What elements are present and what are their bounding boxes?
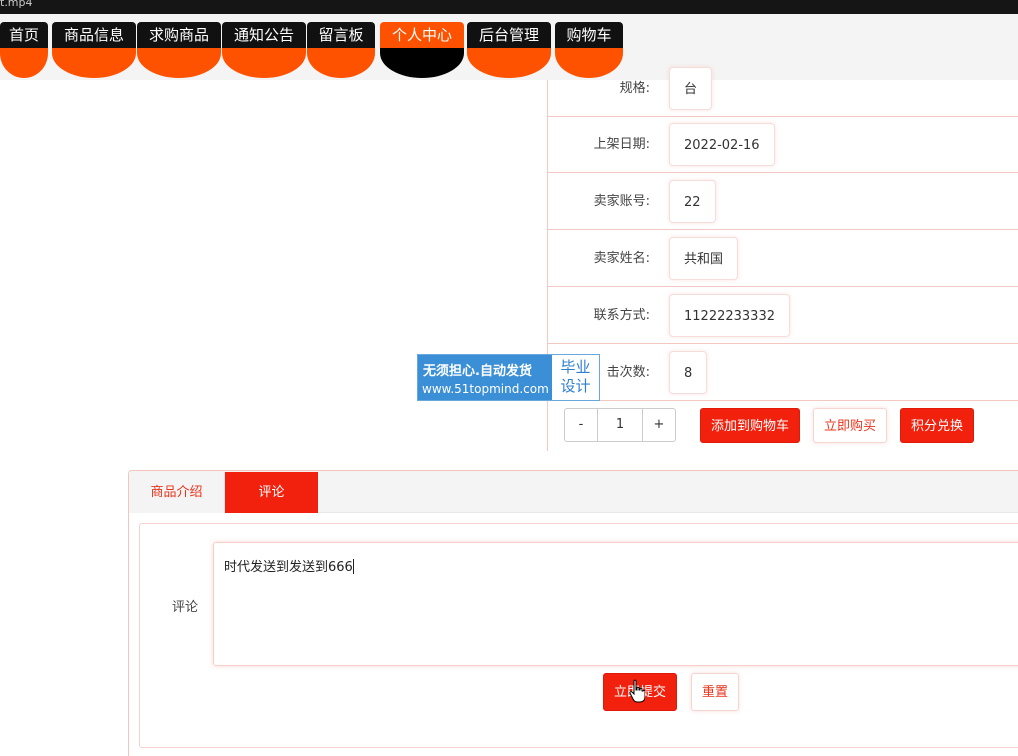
nav-item-label: 后台管理 bbox=[467, 22, 551, 48]
nav-item-admin[interactable]: 后台管理 bbox=[467, 22, 551, 78]
detail-value: 台 bbox=[669, 67, 713, 110]
nav-item-label: 个人中心 bbox=[380, 22, 464, 48]
nav-item-products[interactable]: 商品信息 bbox=[52, 22, 136, 78]
watermark-side: 毕业 设计 bbox=[552, 355, 599, 400]
nav-item-wanted[interactable]: 求购商品 bbox=[137, 22, 221, 78]
redeem-points-button[interactable]: 积分兑换 bbox=[900, 408, 975, 443]
detail-value: 22 bbox=[669, 180, 716, 223]
reset-comment-button[interactable]: 重置 bbox=[691, 673, 740, 711]
detail-row-listing-date: 上架日期: 2022-02-16 bbox=[548, 116, 1018, 173]
window-title: t.mp4 bbox=[0, 0, 33, 9]
tab-product-intro[interactable]: 商品介绍 bbox=[129, 472, 225, 513]
product-tabs-panel: 商品介绍 评论 评论 时代发送到发送到666 bbox=[128, 470, 1018, 756]
detail-label: 规格: bbox=[619, 81, 650, 96]
nav-item-decoration bbox=[0, 48, 48, 78]
nav-item-label: 购物车 bbox=[555, 22, 623, 48]
hand-cursor-icon bbox=[629, 679, 645, 703]
detail-label: 击次数: bbox=[606, 365, 650, 380]
watermark-slogan: 无须担心.自动发货 bbox=[423, 364, 532, 379]
quantity-decrease-button[interactable]: - bbox=[565, 409, 598, 441]
quantity-input[interactable]: 1 bbox=[598, 409, 642, 441]
buy-now-button[interactable]: 立即购买 bbox=[813, 408, 888, 443]
text-caret bbox=[352, 559, 354, 574]
detail-row-click-count: 击次数: 8 bbox=[548, 344, 1018, 401]
page-root: t.mp4 首页 商品信息 求购商品 通知公告 留言板 个人中心 后台管理 购物… bbox=[0, 0, 1018, 756]
watermark-badge: 无须担心.自动发货 www.51topmind.com 毕业 设计 bbox=[417, 354, 600, 401]
watermark-url: www.51topmind.com bbox=[422, 382, 549, 396]
detail-label: 上架日期: bbox=[593, 137, 650, 152]
detail-row-spec: 规格: 台 bbox=[548, 60, 1018, 117]
nav-item-message-board[interactable]: 留言板 bbox=[307, 22, 375, 78]
detail-value: 11222233332 bbox=[669, 294, 790, 337]
detail-label: 卖家账号: bbox=[593, 194, 650, 209]
watermark-side-line2: 设计 bbox=[560, 377, 591, 395]
tab-bar: 商品介绍 评论 bbox=[129, 471, 1018, 513]
detail-label: 卖家姓名: bbox=[593, 251, 650, 266]
nav-item-label: 商品信息 bbox=[52, 22, 136, 48]
quantity-increase-button[interactable]: + bbox=[642, 409, 675, 441]
comment-form: 评论 时代发送到发送到666 bbox=[139, 523, 1018, 748]
detail-row-contact: 联系方式: 11222233332 bbox=[548, 287, 1018, 344]
add-to-cart-button[interactable]: 添加到购物车 bbox=[700, 408, 801, 443]
detail-row-seller-account: 卖家账号: 22 bbox=[548, 173, 1018, 230]
watermark-main: 无须担心.自动发货 www.51topmind.com bbox=[418, 355, 552, 400]
nav-item-decoration bbox=[137, 48, 221, 78]
nav-item-notices[interactable]: 通知公告 bbox=[222, 22, 306, 78]
quantity-stepper: - 1 + bbox=[564, 408, 676, 442]
comment-textarea[interactable]: 时代发送到发送到666 bbox=[213, 542, 1018, 666]
nav-item-label: 求购商品 bbox=[137, 22, 221, 48]
nav-item-personal-center[interactable]: 个人中心 bbox=[380, 22, 464, 78]
detail-label: 联系方式: bbox=[593, 308, 650, 323]
product-details: 规格: 台 上架日期: 2022-02-16 卖家账号: 22 卖家姓名: 共和… bbox=[547, 67, 1018, 451]
detail-value: 8 bbox=[669, 351, 708, 394]
detail-value: 共和国 bbox=[669, 237, 739, 280]
comment-text: 时代发送到发送到666 bbox=[224, 560, 353, 575]
nav-item-label: 留言板 bbox=[307, 22, 375, 48]
tab-comments[interactable]: 评论 bbox=[225, 472, 318, 513]
nav-item-decoration bbox=[467, 48, 551, 78]
nav-item-label: 首页 bbox=[0, 22, 48, 48]
watermark-side-line1: 毕业 bbox=[560, 358, 591, 376]
comment-label: 评论 bbox=[172, 600, 199, 615]
detail-value: 2022-02-16 bbox=[669, 123, 775, 166]
nav-item-decoration bbox=[222, 48, 306, 78]
window-titlebar: t.mp4 bbox=[0, 0, 1018, 14]
nav-item-decoration bbox=[52, 48, 136, 78]
nav-item-decoration bbox=[307, 48, 375, 78]
nav-item-label: 通知公告 bbox=[222, 22, 306, 48]
detail-row-seller-name: 卖家姓名: 共和国 bbox=[548, 230, 1018, 287]
nav-item-home[interactable]: 首页 bbox=[0, 22, 48, 78]
nav-item-decoration bbox=[380, 48, 464, 78]
